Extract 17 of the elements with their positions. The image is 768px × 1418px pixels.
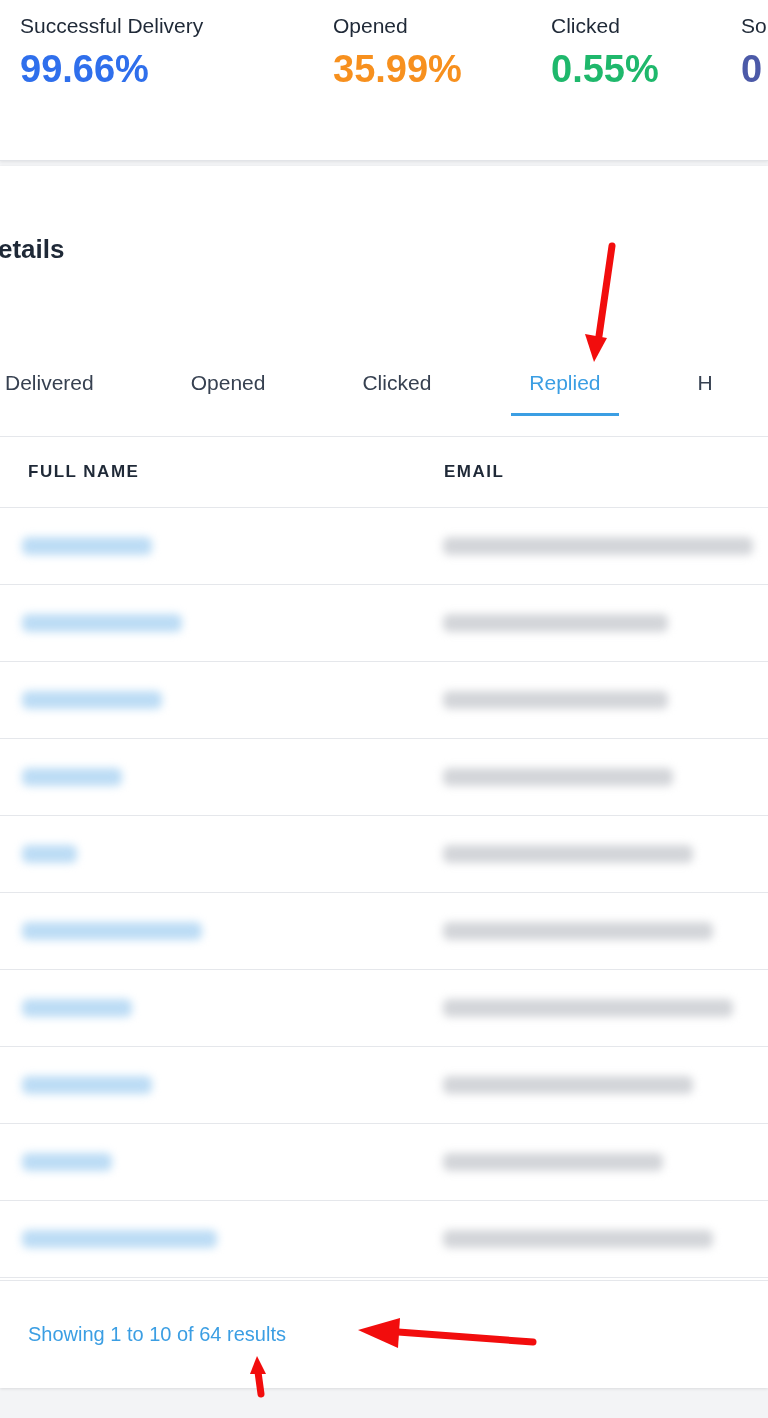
stat-value: 0 [741, 48, 764, 91]
tab[interactable]: Delivered [5, 371, 94, 417]
stat-label: Clicked [551, 14, 621, 38]
tab[interactable]: H [697, 371, 713, 417]
stat-value: 99.66% [20, 48, 150, 91]
stat-value: 35.99% [333, 48, 463, 91]
stat-value: 0.55% [551, 48, 660, 91]
tab[interactable]: Clicked [362, 371, 432, 417]
stat-label: Successful Delivery [20, 14, 205, 38]
results-summary: Showing 1 to 10 of 64 results [28, 1323, 286, 1346]
redacted-name [22, 845, 77, 864]
stat-label: Opened [333, 14, 409, 38]
column-header: FULL NAME [28, 462, 141, 483]
tab[interactable]: Opened [190, 371, 266, 417]
column-header: EMAIL [444, 462, 505, 483]
stat-label: So [741, 14, 767, 38]
arrow-annotation [250, 1356, 266, 1398]
